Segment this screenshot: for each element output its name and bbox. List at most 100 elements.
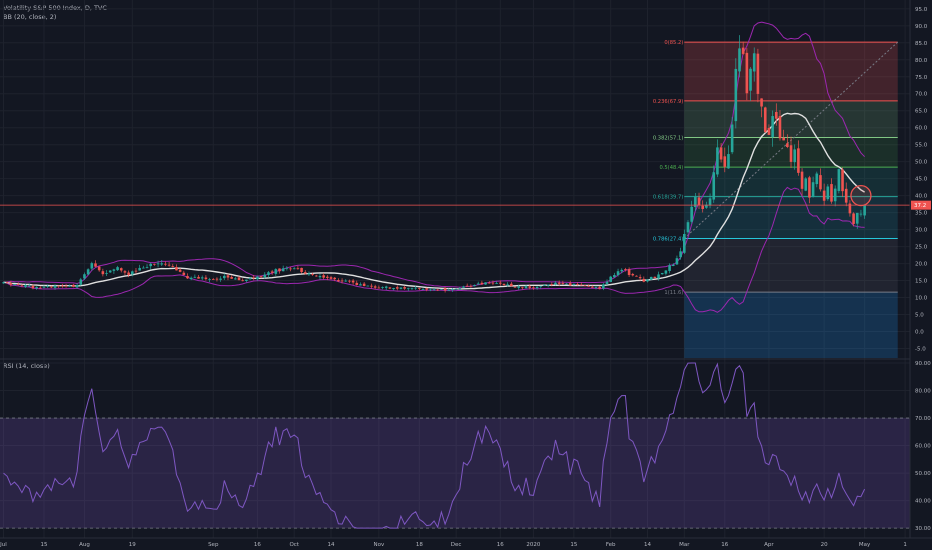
candle-body — [793, 149, 796, 163]
price-axis-tick: 30.0 — [915, 228, 928, 234]
candle-body — [844, 188, 848, 203]
time-axis-tick: 14 — [644, 542, 651, 548]
fib-level-label: 0(85.2) — [664, 40, 683, 46]
candle-body — [521, 287, 524, 289]
price-axis-tick: 35.0 — [915, 211, 928, 217]
candle-body — [86, 269, 90, 275]
candle-body — [591, 286, 594, 288]
rsi-pane — [0, 362, 910, 529]
price-axis-tick: 40.0 — [915, 194, 928, 200]
candle-body — [112, 269, 116, 271]
time-axis-tick: 2020 — [526, 542, 540, 548]
candle-body — [153, 263, 156, 265]
price-axis-tick: -5.0 — [915, 346, 926, 352]
candle-body — [675, 258, 679, 265]
candle-body — [789, 145, 793, 162]
candle-body — [97, 266, 101, 271]
candle-body — [348, 280, 351, 282]
price-axis-tick: 60.0 — [915, 126, 928, 132]
candle-body — [638, 277, 642, 279]
time-axis-tick: Apr — [764, 542, 774, 548]
candle-body — [322, 275, 325, 278]
candle-body — [355, 282, 359, 286]
candle-body — [252, 277, 256, 279]
time-axis-tick: 19 — [129, 542, 136, 548]
time-axis-tick: 20 — [821, 542, 828, 548]
candle-body — [421, 289, 425, 290]
price-axis-tick: 0.0 — [915, 330, 924, 336]
candle-body — [635, 275, 638, 277]
candle-body — [804, 178, 808, 191]
candle-body — [178, 269, 182, 272]
candle-body — [362, 283, 366, 287]
candle-body — [679, 251, 682, 258]
candle-body — [484, 282, 487, 285]
candle-body — [259, 276, 263, 277]
candle-body — [281, 268, 285, 272]
candle-body — [524, 286, 528, 289]
candle-body — [384, 286, 388, 288]
candle-body — [193, 276, 197, 278]
candle-body — [469, 285, 473, 287]
rsi-axis-tick: 60.00 — [915, 444, 931, 450]
candle-body — [370, 285, 373, 287]
candle-body — [245, 279, 248, 282]
time-axis-tick: 1 — [903, 542, 907, 548]
candle-body — [2, 282, 5, 284]
candle-body — [219, 278, 222, 280]
time-axis-tick: Jul — [0, 542, 7, 548]
candle-body — [311, 274, 314, 275]
candle-body — [296, 268, 300, 270]
candle-body — [425, 288, 428, 290]
candle-body — [568, 283, 572, 286]
candle-body — [502, 283, 506, 285]
candle-body — [167, 264, 171, 266]
candle-body — [786, 143, 789, 148]
candle-body — [620, 269, 624, 272]
time-axis-tick: May — [859, 542, 871, 548]
candle-body — [487, 282, 491, 284]
candle-body — [189, 277, 193, 280]
candle-body — [285, 267, 289, 269]
candle-body — [123, 271, 127, 273]
candle-body — [778, 116, 782, 139]
candle-body — [697, 197, 701, 206]
candle-body — [64, 285, 68, 287]
price-chart[interactable]: 0(85.2) 0.236(67.9) 0.382(57.1) 0.5(48.4) 0.… — [0, 0, 932, 550]
candle-body — [532, 287, 535, 289]
candle-body — [454, 288, 458, 290]
candle-body — [344, 280, 348, 282]
candle-body — [808, 177, 811, 198]
candle-body — [587, 285, 590, 287]
candle-body — [27, 285, 31, 287]
candle-body — [307, 273, 311, 275]
candle-body — [473, 284, 476, 287]
candle-body — [326, 276, 329, 278]
candle-body — [506, 284, 509, 286]
candle-body — [708, 198, 712, 206]
candle-body — [116, 267, 119, 271]
candle-body — [723, 156, 727, 167]
candle-body — [550, 284, 554, 285]
candle-body — [241, 280, 244, 282]
candle-body — [451, 289, 454, 290]
candle-body — [830, 184, 833, 202]
candle-body — [557, 282, 561, 284]
candle-body — [145, 267, 149, 269]
candle-body — [418, 287, 421, 289]
fib-level-label: 1(11.6) — [664, 290, 683, 296]
candle-body — [797, 148, 800, 173]
time-axis-tick: Nov — [373, 542, 384, 548]
time-axis-tick: 18 — [416, 542, 423, 548]
price-axis-tick: 25.0 — [915, 245, 928, 251]
candle-body — [657, 274, 660, 279]
candle-body — [616, 271, 620, 276]
candle-body — [230, 277, 233, 279]
time-axis-tick: Sep — [208, 542, 219, 548]
candle-body — [108, 270, 112, 273]
candle-body — [576, 283, 579, 285]
candle-body — [134, 270, 138, 272]
candle-body — [215, 278, 219, 280]
candle-body — [683, 233, 686, 253]
candle-body — [436, 289, 440, 291]
